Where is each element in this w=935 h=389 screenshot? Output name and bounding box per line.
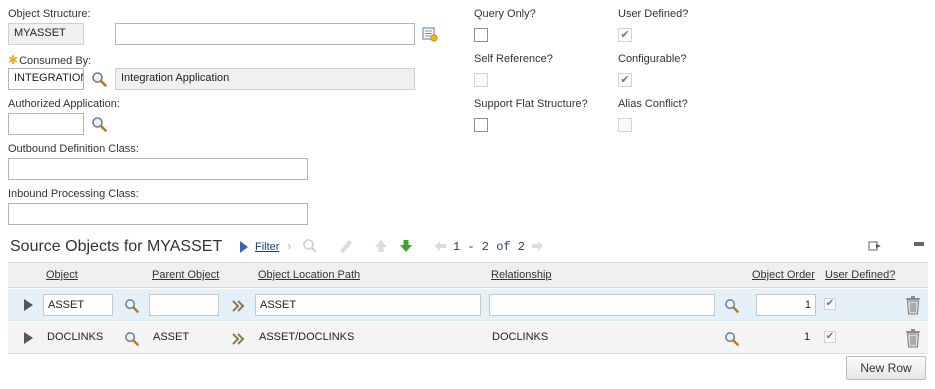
object-order-field[interactable]: 1 [756, 294, 816, 316]
object-lookup-icon[interactable] [124, 298, 139, 313]
table-row[interactable]: DOCLINKS ASSET ASSET/DOCLINKS DOCLINKS 1… [8, 322, 928, 354]
table-header: Object Parent Object Object Location Pat… [8, 262, 928, 288]
clear-filter-icon [340, 240, 352, 253]
download-icon[interactable] [868, 240, 882, 252]
filter-chevron-icon: › [287, 238, 292, 253]
object-structure-label: Object Structure: [8, 8, 91, 20]
authorized-application-lookup-icon[interactable] [91, 116, 107, 132]
user-defined-row-checkbox: ✔ [824, 298, 836, 310]
authorized-application-label: Authorized Application: [8, 98, 120, 110]
inbound-processing-class-field[interactable] [8, 203, 308, 225]
configurable-label: Configurable? [618, 53, 687, 65]
user-defined-label: User Defined? [618, 8, 689, 20]
new-row-button[interactable]: New Row [846, 356, 926, 380]
arrow-up-icon [375, 240, 387, 252]
user-defined-row-checkbox: ✔ [824, 331, 836, 343]
object-cell: DOCLINKS [47, 331, 104, 343]
checkmark-icon: ✔ [825, 298, 835, 309]
alias-conflict-checkbox [618, 118, 632, 132]
checkmark-icon: ✔ [620, 74, 630, 86]
column-header-relationship[interactable]: Relationship [491, 269, 552, 281]
next-page-icon [532, 241, 543, 251]
filter-link[interactable]: Filter [255, 241, 279, 253]
parent-object-field[interactable] [149, 294, 219, 316]
previous-page-icon [435, 241, 446, 251]
consumed-by-field[interactable]: INTEGRATION [8, 68, 84, 90]
object-location-path-field[interactable]: ASSET [255, 294, 481, 316]
column-header-user-defined[interactable]: User Defined? [825, 269, 895, 281]
user-defined-checkbox: ✔ [618, 28, 632, 42]
support-flat-structure-label: Support Flat Structure? [474, 98, 588, 110]
inbound-processing-class-label: Inbound Processing Class: [8, 188, 139, 200]
query-only-label: Query Only? [474, 8, 536, 20]
relationship-field[interactable] [489, 294, 715, 316]
parent-object-cell: ASSET [153, 331, 190, 343]
expand-row-icon[interactable] [24, 332, 33, 344]
object-location-path-cell: ASSET/DOCLINKS [259, 331, 355, 343]
required-marker-icon: ✱ [8, 53, 19, 67]
column-header-object-location-path[interactable]: Object Location Path [258, 269, 360, 281]
object-lookup-icon[interactable] [124, 331, 139, 346]
consumed-by-description-field: Integration Application [115, 68, 415, 90]
collapse-table-icon[interactable] [913, 241, 925, 251]
pagination-text: 1 - 2 of 2 [453, 240, 526, 254]
arrow-down-icon[interactable] [398, 238, 414, 254]
column-header-object[interactable]: Object [46, 269, 78, 281]
object-field[interactable]: ASSET [43, 294, 113, 316]
expand-row-icon[interactable] [24, 299, 33, 311]
outbound-definition-class-label: Outbound Definition Class: [8, 143, 139, 155]
detail-menu-icon[interactable] [421, 25, 439, 43]
configurable-checkbox: ✔ [618, 73, 632, 87]
find-icon [303, 239, 317, 253]
table-row[interactable]: ASSET ASSET 1 ✔ [8, 289, 928, 321]
relationship-lookup-icon[interactable] [724, 298, 739, 313]
checkmark-icon: ✔ [825, 331, 835, 342]
query-only-checkbox[interactable] [474, 28, 488, 42]
consumed-by-label-text: Consumed By: [19, 55, 92, 67]
relationship-lookup-icon[interactable] [724, 331, 739, 346]
relationship-cell: DOCLINKS [492, 331, 549, 343]
filter-icon[interactable] [238, 240, 250, 254]
authorized-application-field[interactable] [8, 113, 84, 135]
self-reference-checkbox [474, 73, 488, 87]
alias-conflict-label: Alias Conflict? [618, 98, 688, 110]
outbound-definition-class-field[interactable] [8, 158, 308, 180]
go-to-double-chevron-icon[interactable] [231, 300, 245, 312]
object-structure-field: MYASSET [8, 23, 84, 45]
support-flat-structure-checkbox[interactable] [474, 118, 488, 132]
delete-row-trash-icon[interactable] [904, 295, 922, 315]
self-reference-label: Self Reference? [474, 53, 553, 65]
consumed-by-label: ✱Consumed By: [8, 53, 91, 67]
go-to-double-chevron-icon[interactable] [231, 333, 245, 345]
delete-row-trash-icon[interactable] [904, 328, 922, 348]
column-header-parent-object[interactable]: Parent Object [152, 269, 219, 281]
table-title: Source Objects for MYASSET [10, 238, 223, 255]
checkmark-icon: ✔ [620, 29, 630, 41]
consumed-by-lookup-icon[interactable] [91, 71, 107, 87]
object-order-cell: 1 [804, 331, 811, 343]
object-structure-description-field[interactable] [115, 23, 415, 45]
column-header-object-order[interactable]: Object Order [752, 269, 815, 281]
